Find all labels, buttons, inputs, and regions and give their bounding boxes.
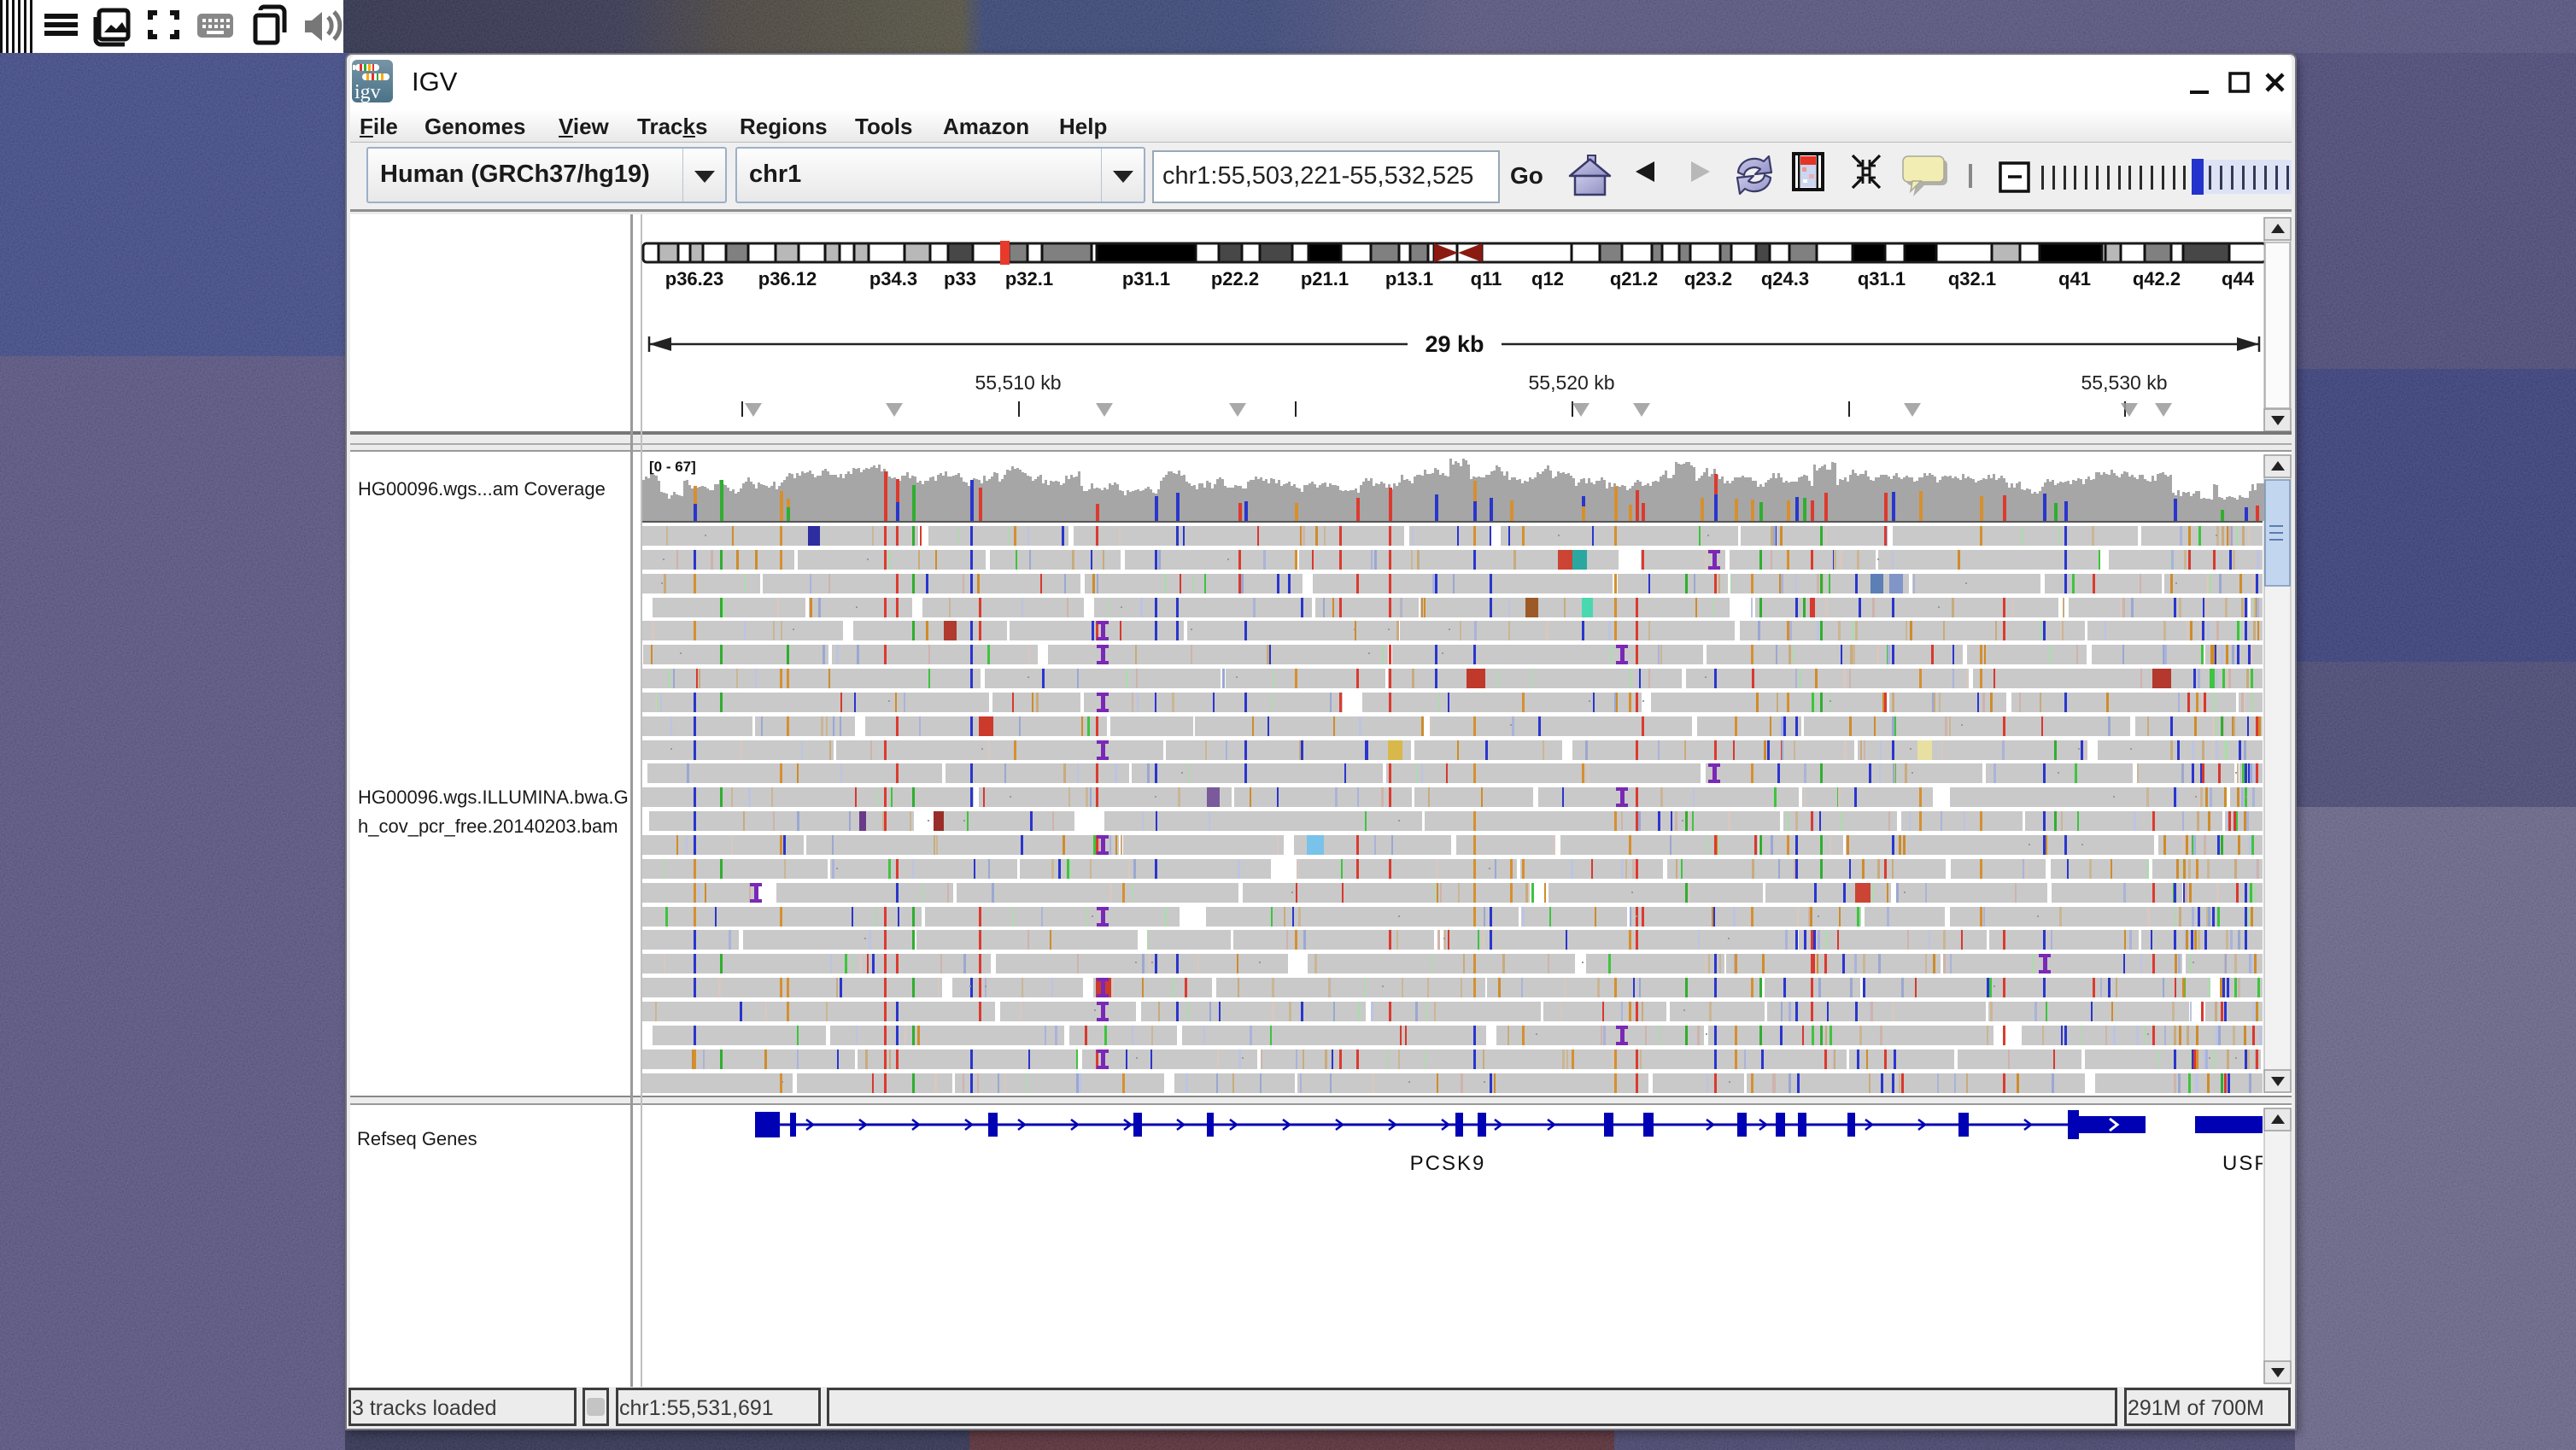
svg-text:p31.1: p31.1 (1122, 268, 1170, 289)
svg-text:p21.1: p21.1 (1301, 268, 1349, 289)
svg-text:q44: q44 (2222, 268, 2255, 289)
svg-text:55,530 kb: 55,530 kb (2081, 371, 2167, 394)
svg-text:PCSK9: PCSK9 (1410, 1152, 1486, 1175)
svg-text:p13.1: p13.1 (1385, 268, 1433, 289)
svg-text:55,520 kb: 55,520 kb (1528, 371, 1614, 394)
svg-text:igv: igv (354, 81, 381, 102)
svg-text:q21.2: q21.2 (1610, 268, 1658, 289)
svg-text:p32.1: p32.1 (1005, 268, 1053, 289)
svg-text:q41: q41 (2058, 268, 2091, 289)
svg-text:p36.23: p36.23 (665, 268, 724, 289)
svg-text:p36.12: p36.12 (758, 268, 817, 289)
svg-text:q32.1: q32.1 (1948, 268, 1996, 289)
svg-text:q42.2: q42.2 (2133, 268, 2181, 289)
svg-text:q12: q12 (1531, 268, 1564, 289)
svg-text:q11: q11 (1471, 268, 1502, 289)
svg-text:q24.3: q24.3 (1761, 268, 1809, 289)
svg-text:q31.1: q31.1 (1858, 268, 1906, 289)
svg-text:p34.3: p34.3 (869, 268, 917, 289)
svg-text:p22.2: p22.2 (1211, 268, 1259, 289)
svg-text:29 kb: 29 kb (1425, 331, 1484, 357)
svg-text:q23.2: q23.2 (1684, 268, 1732, 289)
svg-text:p33: p33 (944, 268, 976, 289)
svg-text:55,510 kb: 55,510 kb (975, 371, 1061, 394)
